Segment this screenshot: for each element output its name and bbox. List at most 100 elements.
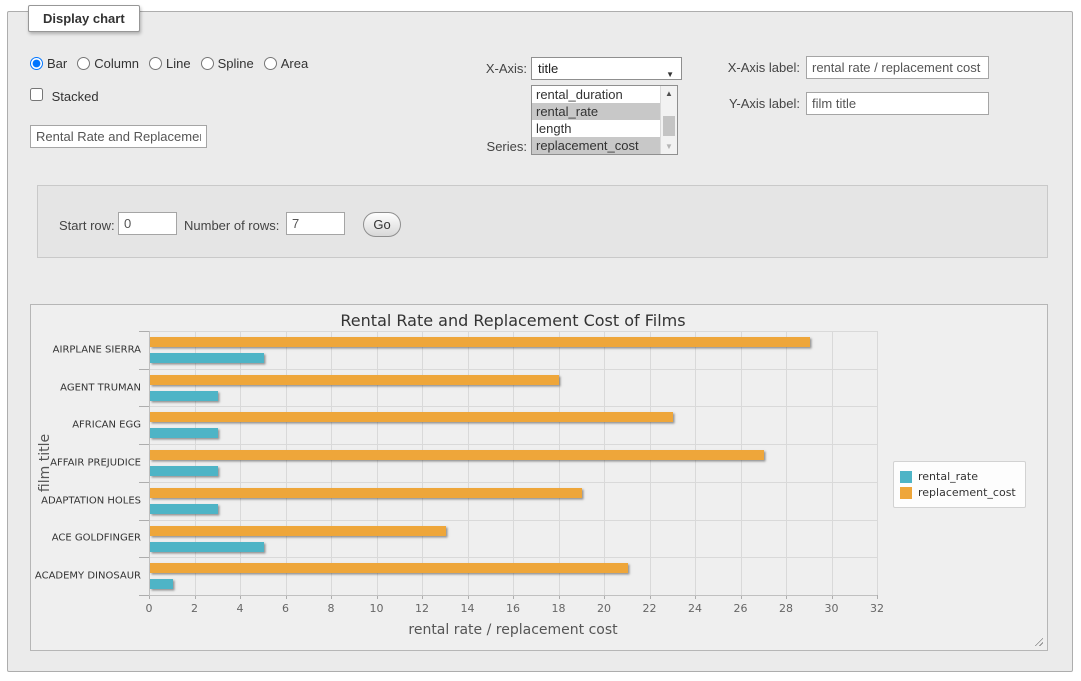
chart-type-option-line[interactable]: Line: [149, 56, 191, 71]
bar-replacement_cost[interactable]: [150, 375, 559, 385]
grid-line: [149, 369, 877, 370]
x-axis-select[interactable]: title ▼: [531, 57, 682, 80]
x-axis-tick: [877, 595, 878, 599]
x-tick-label: 14: [461, 602, 475, 615]
legend-swatch-icon: [900, 471, 912, 483]
legend-item-replacement_cost[interactable]: replacement_cost: [900, 486, 1016, 499]
x-tick-label: 28: [779, 602, 793, 615]
bar-replacement_cost[interactable]: [150, 526, 446, 536]
chart-type-option-column[interactable]: Column: [77, 56, 139, 71]
x-axis-label-input[interactable]: [806, 56, 989, 79]
x-tick-label: 18: [552, 602, 566, 615]
x-tick-label: 30: [825, 602, 839, 615]
chart-type-radio-spline[interactable]: [201, 57, 214, 70]
chart-type-radio-area[interactable]: [264, 57, 277, 70]
grid-line: [786, 331, 787, 595]
category-label: ACE GOLDFINGER: [31, 533, 141, 544]
bar-rental_rate[interactable]: [150, 428, 218, 438]
category-label: AFRICAN EGG: [31, 420, 141, 431]
chart-type-option-bar[interactable]: Bar: [30, 56, 67, 71]
bar-replacement_cost[interactable]: [150, 412, 673, 422]
grid-line: [468, 331, 469, 595]
chart-title-input[interactable]: [30, 125, 207, 148]
scrollbar-down-arrow-icon[interactable]: ▼: [661, 139, 677, 154]
listbox-scrollbar[interactable]: ▲ ▼: [660, 86, 677, 154]
chart-type-radio-bar[interactable]: [30, 57, 43, 70]
scrollbar-thumb[interactable]: [663, 116, 675, 136]
grid-line: [650, 331, 651, 595]
grid-line: [741, 331, 742, 595]
series-option-rental-rate[interactable]: rental_rate: [532, 103, 660, 120]
bar-replacement_cost[interactable]: [150, 337, 810, 347]
grid-line: [513, 331, 514, 595]
x-axis-selected-value: title: [538, 61, 558, 76]
stacked-checkbox[interactable]: [30, 88, 43, 101]
stacked-option[interactable]: Stacked: [30, 88, 99, 104]
series-option-replacement-cost[interactable]: replacement_cost: [532, 137, 660, 154]
chart-type-radio-group: Bar Column Line Spline Area: [30, 56, 318, 71]
grid-line: [149, 444, 877, 445]
bar-rental_rate[interactable]: [150, 579, 173, 589]
bar-rental_rate[interactable]: [150, 504, 218, 514]
series-option-rental-duration[interactable]: rental_duration: [532, 86, 660, 103]
x-tick-label: 24: [688, 602, 702, 615]
x-tick-label: 32: [870, 602, 884, 615]
grid-line: [832, 331, 833, 595]
bar-replacement_cost[interactable]: [150, 488, 582, 498]
scrollbar-up-arrow-icon[interactable]: ▲: [661, 86, 677, 101]
stacked-row: Stacked: [30, 88, 99, 104]
category-tick: [139, 369, 149, 370]
fieldset-legend: Display chart: [28, 5, 140, 32]
chart-type-option-area[interactable]: Area: [264, 56, 308, 71]
num-rows-label: Number of rows:: [184, 218, 279, 233]
bar-replacement_cost[interactable]: [150, 450, 764, 460]
grid-line: [149, 520, 877, 521]
x-tick-label: 2: [191, 602, 198, 615]
category-label: ACADEMY DINOSAUR: [31, 571, 141, 582]
series-option-length[interactable]: length: [532, 120, 660, 137]
bar-rental_rate[interactable]: [150, 353, 264, 363]
start-row-input[interactable]: [118, 212, 177, 235]
category-label: AFFAIR PREJUDICE: [31, 458, 141, 469]
chart-type-label: Column: [94, 56, 139, 71]
x-tick-label: 10: [370, 602, 384, 615]
chart-resize-handle[interactable]: [1032, 635, 1043, 646]
bar-rental_rate[interactable]: [150, 466, 218, 476]
legend-swatch-icon: [900, 487, 912, 499]
grid-line: [149, 482, 877, 483]
series-listbox-label: Series:: [460, 139, 527, 154]
go-button[interactable]: Go: [363, 212, 401, 237]
chart-type-radio-column[interactable]: [77, 57, 90, 70]
x-tick-label: 4: [237, 602, 244, 615]
series-listbox[interactable]: rental_duration rental_rate length repla…: [531, 85, 678, 155]
grid-line: [422, 331, 423, 595]
chart-type-option-spline[interactable]: Spline: [201, 56, 254, 71]
stacked-label: Stacked: [52, 89, 99, 104]
x-tick-label: 26: [734, 602, 748, 615]
legend-label: rental_rate: [918, 470, 978, 483]
grid-line: [149, 331, 877, 332]
legend-item-rental_rate[interactable]: rental_rate: [900, 470, 1016, 483]
chart-title: Rental Rate and Replacement Cost of Film…: [340, 311, 685, 330]
grid-line: [877, 331, 878, 595]
bar-replacement_cost[interactable]: [150, 563, 628, 573]
y-axis-label-input[interactable]: [806, 92, 989, 115]
rows-panel: Start row: Number of rows: Go: [37, 185, 1048, 258]
category-tick: [139, 482, 149, 483]
x-tick-label: 12: [415, 602, 429, 615]
y-axis-label-label: Y-Axis label:: [712, 96, 800, 111]
bar-rental_rate[interactable]: [150, 391, 218, 401]
chart-legend: rental_rate replacement_cost: [893, 461, 1026, 508]
num-rows-input[interactable]: [286, 212, 345, 235]
chart-type-label: Area: [281, 56, 308, 71]
grid-line: [559, 331, 560, 595]
legend-label: replacement_cost: [918, 486, 1016, 499]
grid-line: [149, 406, 877, 407]
bar-rental_rate[interactable]: [150, 542, 264, 552]
x-tick-label: 22: [643, 602, 657, 615]
x-tick-label: 6: [282, 602, 289, 615]
category-tick: [139, 331, 149, 332]
chart-type-label: Bar: [47, 56, 67, 71]
chart-type-radio-line[interactable]: [149, 57, 162, 70]
x-tick-label: 8: [328, 602, 335, 615]
